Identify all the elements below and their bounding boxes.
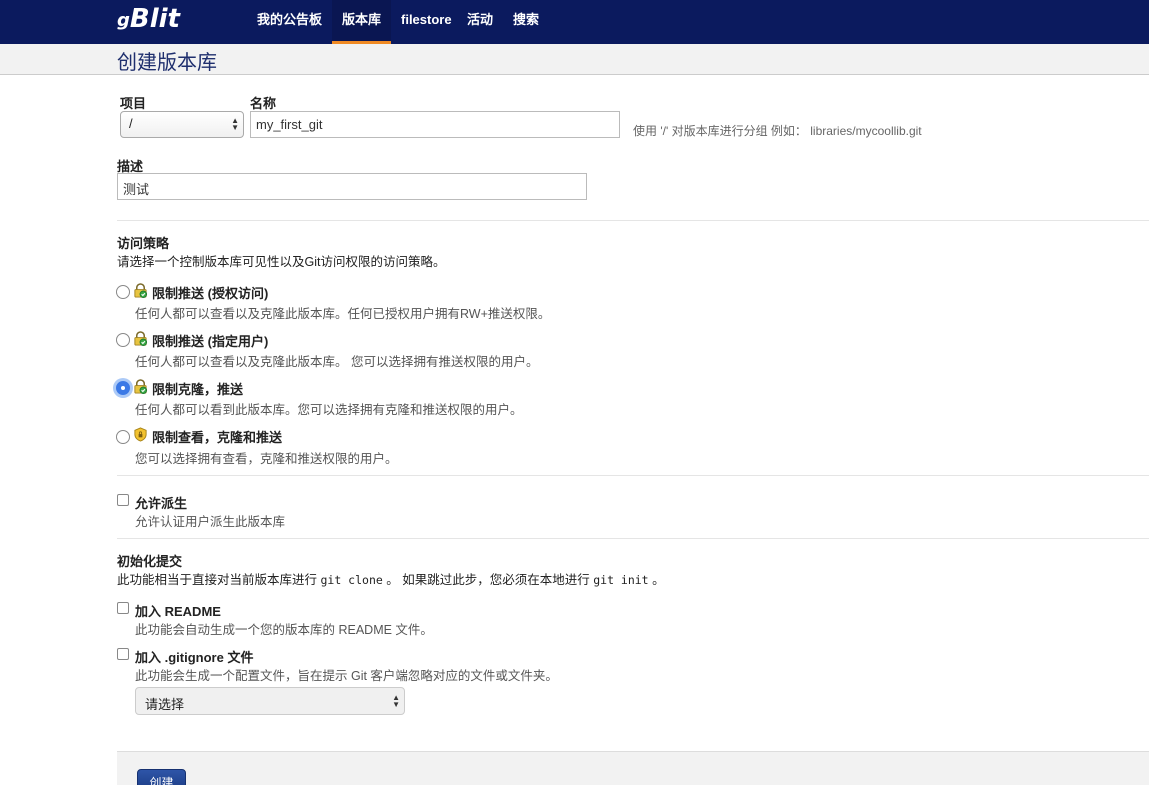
access-option-title: 限制推送 (授权访问) <box>152 286 269 301</box>
page-title: 创建版本库 <box>117 50 217 74</box>
divider <box>117 538 1149 539</box>
brand-logo[interactable]: gBlit <box>117 4 180 34</box>
nav-item-repositories[interactable]: 版本库 <box>332 0 392 44</box>
nav-item-search[interactable]: 搜索 <box>503 0 549 44</box>
add-gitignore-title: 加入 .gitignore 文件 <box>135 650 254 665</box>
access-radio-authenticated-push[interactable] <box>116 285 130 299</box>
create-button[interactable]: 创建 <box>137 769 186 785</box>
allow-fork-checkbox[interactable] <box>117 494 129 506</box>
top-navbar: gBlit 我的公告板 版本库 filestore 活动 搜索 <box>0 0 1149 44</box>
access-option-desc: 任何人都可以查看以及克隆此版本库。任何已授权用户拥有RW+推送权限。 <box>135 307 551 321</box>
lock-green-icon <box>134 379 148 394</box>
gitignore-select-value: 请选择 <box>145 697 185 712</box>
form-actions-band <box>117 751 1149 785</box>
git-clone-code: git clone <box>320 573 383 587</box>
git-init-code: git init <box>593 573 649 587</box>
add-gitignore-desc: 此功能会生成一个配置文件，旨在提示 Git 客户端忽略对应的文件或文件夹。 <box>135 669 558 683</box>
select-arrows-icon: ▲ ▼ <box>231 116 239 132</box>
select-arrows-icon: ▲ ▼ <box>392 693 400 709</box>
description-input[interactable]: 测试 <box>117 173 587 200</box>
nav-item-activity[interactable]: 活动 <box>457 0 503 44</box>
project-select-value: / <box>129 116 133 131</box>
project-label: 项目 <box>120 96 147 111</box>
access-radio-named-push[interactable] <box>116 333 130 347</box>
allow-fork-title: 允许派生 <box>135 496 188 511</box>
name-input[interactable]: my_first_git <box>250 111 620 138</box>
shield-icon <box>134 427 147 442</box>
add-readme-title: 加入 README <box>135 604 221 619</box>
access-policy-title: 访问策略 <box>117 236 170 251</box>
allow-fork-desc: 允许认证用户派生此版本库 <box>135 515 286 529</box>
nav-item-filestore[interactable]: filestore <box>391 0 462 44</box>
lock-green-icon <box>134 331 148 346</box>
nav-item-dashboard[interactable]: 我的公告板 <box>247 0 332 44</box>
access-option-title: 限制克隆，推送 <box>152 382 244 397</box>
access-option-desc: 任何人都可以看到此版本库。您可以选择拥有克隆和推送权限的用户。 <box>135 403 523 417</box>
lock-green-icon <box>134 283 148 298</box>
name-hint: 使用 '/' 对版本库进行分组 例如： libraries/mycoollib.… <box>633 124 922 138</box>
access-option-title: 限制推送 (指定用户) <box>152 334 269 349</box>
initial-commit-title: 初始化提交 <box>117 554 183 569</box>
gitignore-template-select[interactable]: 请选择 ▲ ▼ <box>135 687 405 715</box>
divider <box>117 475 1149 476</box>
access-option-title: 限制查看，克隆和推送 <box>152 430 283 445</box>
divider <box>117 220 1149 221</box>
project-select[interactable]: / ▲ ▼ <box>120 111 244 138</box>
add-readme-checkbox[interactable] <box>117 602 129 614</box>
access-radio-clone-push[interactable] <box>116 381 130 395</box>
access-policy-description: 请选择一个控制版本库可见性以及Git访问权限的访问策略。 <box>117 255 446 269</box>
access-option-desc: 任何人都可以查看以及克隆此版本库。 您可以选择拥有推送权限的用户。 <box>135 355 539 369</box>
name-label: 名称 <box>250 96 277 111</box>
add-gitignore-checkbox[interactable] <box>117 648 129 660</box>
initial-commit-description: 此功能相当于直接对当前版本库进行 git clone 。 如果跳过此步，您必须在… <box>117 573 665 587</box>
access-radio-view-clone-push[interactable] <box>116 430 130 444</box>
add-readme-desc: 此功能会自动生成一个您的版本库的 README 文件。 <box>135 623 433 637</box>
access-option-desc: 您可以选择拥有查看，克隆和推送权限的用户。 <box>135 452 398 466</box>
